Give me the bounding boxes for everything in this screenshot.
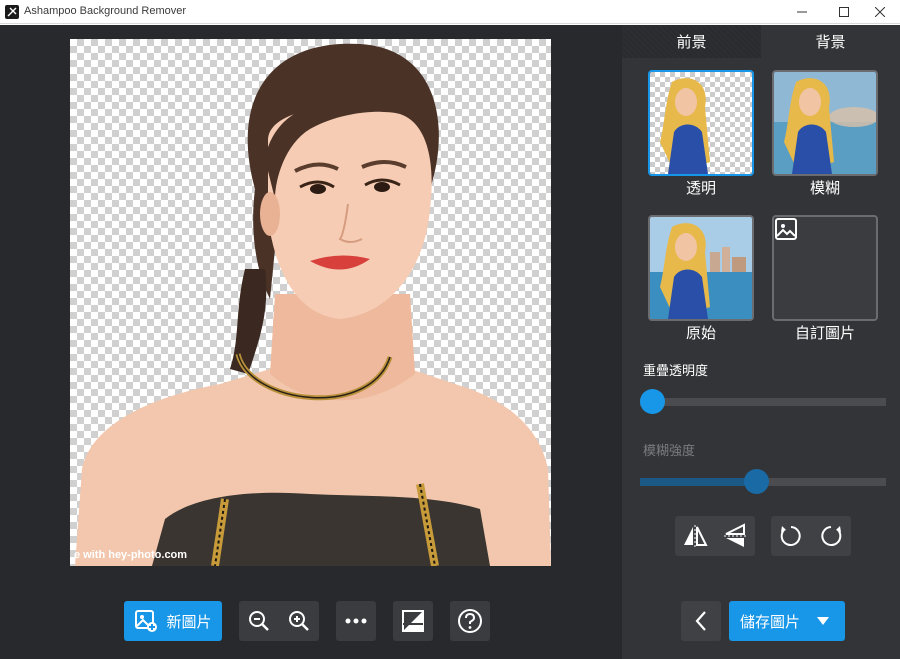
blur-strength-fill: [640, 478, 756, 486]
settings-panel: 前景 背景 透明 模糊 原始 自訂圖片 重疊透明度 模糊強度 儲存圖片: [622, 25, 900, 659]
back-button[interactable]: [681, 601, 721, 641]
compare-icon: [402, 610, 424, 632]
blur-strength-handle[interactable]: [744, 469, 769, 494]
add-image-icon: [135, 610, 158, 632]
tab-background[interactable]: 背景: [761, 25, 900, 58]
rotate-left-icon[interactable]: [778, 523, 804, 549]
minimize-icon: [797, 11, 807, 13]
background-option-custom[interactable]: [772, 215, 878, 321]
watermark-text: e with hey-photo.com: [74, 549, 188, 561]
background-option-transparent[interactable]: [648, 70, 754, 176]
background-option-blur[interactable]: [772, 70, 878, 176]
window-title: Ashampoo Background Remover: [24, 5, 187, 17]
chevron-down-icon[interactable]: [816, 616, 830, 626]
close-icon: [875, 7, 885, 17]
compare-button[interactable]: [393, 601, 433, 641]
blur-thumbnail: [774, 72, 876, 174]
minimize-button[interactable]: [782, 0, 822, 24]
save-image-label: 儲存圖片: [740, 612, 801, 631]
more-icon: [345, 618, 367, 624]
blur-strength-label: 模糊強度: [643, 444, 696, 459]
transparent-thumbnail: [650, 72, 752, 174]
background-option-label: 透明: [685, 179, 716, 197]
background-option-label: 原始: [685, 324, 716, 342]
help-icon: [458, 609, 482, 633]
rotate-tools: [771, 516, 851, 556]
maximize-button[interactable]: [824, 0, 864, 24]
canvas-area: e with hey-photo.com 新圖片: [0, 25, 622, 659]
blur-strength-slider[interactable]: [640, 469, 886, 494]
background-option-label: 自訂圖片: [794, 324, 855, 342]
background-option-label: 模糊: [809, 179, 840, 197]
maximize-icon: [839, 7, 849, 17]
overlay-opacity-slider[interactable]: [640, 389, 886, 414]
new-image-button[interactable]: 新圖片: [124, 601, 222, 641]
zoom-in-icon[interactable]: [287, 609, 311, 633]
title-bar: Ashampoo Background Remover: [0, 0, 900, 24]
preview-image[interactable]: e with hey-photo.com: [70, 39, 551, 566]
app-icon: [5, 5, 19, 19]
subject-illustration: [75, 43, 551, 566]
tab-foreground[interactable]: 前景: [622, 25, 761, 58]
flip-tools: [675, 516, 755, 556]
image-icon: [775, 218, 797, 240]
overlay-opacity-handle[interactable]: [640, 389, 665, 414]
chevron-left-icon: [695, 611, 706, 631]
background-option-original[interactable]: [648, 215, 754, 321]
flip-vertical-icon[interactable]: [722, 523, 748, 549]
new-image-label: 新圖片: [166, 612, 212, 631]
save-image-button[interactable]: 儲存圖片: [729, 601, 845, 641]
more-options-button[interactable]: [336, 601, 376, 641]
zoom-group: [239, 601, 319, 641]
flip-horizontal-icon[interactable]: [682, 523, 708, 549]
original-thumbnail: [650, 217, 752, 319]
rotate-right-icon[interactable]: [818, 523, 844, 549]
close-button[interactable]: [860, 0, 900, 24]
help-button[interactable]: [450, 601, 490, 641]
overlay-opacity-label: 重疊透明度: [643, 364, 709, 379]
zoom-out-icon[interactable]: [247, 609, 271, 633]
